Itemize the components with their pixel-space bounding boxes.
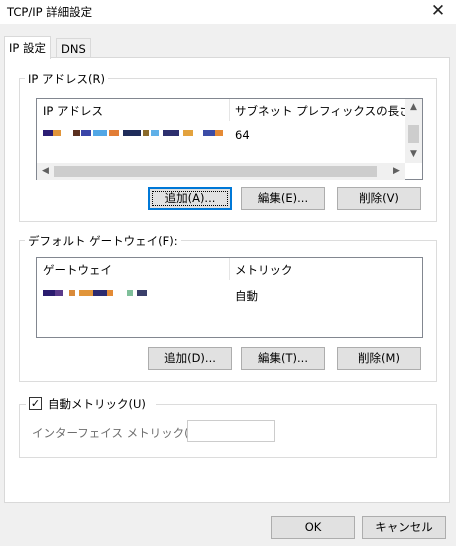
interface-metric-label: インターフェイス メトリック(N): (32, 426, 206, 440)
vertical-scroll-thumb[interactable] (408, 125, 419, 143)
tab-dns[interactable]: DNS (56, 38, 91, 59)
gateway-delete-button[interactable]: 削除(M) (337, 347, 421, 370)
horizontal-scroll-thumb[interactable] (54, 166, 377, 177)
ip-list-horizontal-scrollbar[interactable]: ◀ ▶ (37, 163, 405, 180)
ip-edit-button-label: 編集(E)... (257, 191, 309, 205)
ok-button[interactable]: OK (271, 516, 355, 539)
ok-button-label: OK (304, 520, 322, 534)
ip-address-group: IP アドレス(R) IP アドレス サブネット プレフィックスの長さ 64 ▲… (19, 71, 437, 222)
tab-dns-label: DNS (61, 42, 86, 56)
tab-panel-ip-settings: IP アドレス(R) IP アドレス サブネット プレフィックスの長さ 64 ▲… (4, 57, 450, 503)
gateway-list[interactable]: ゲートウェイ メトリック 自動 (36, 257, 423, 338)
auto-metric-label[interactable]: 自動メトリック(U) (48, 396, 146, 412)
ip-add-button[interactable]: 追加(A)... (148, 187, 232, 210)
dialog-footer: OK キャンセル (0, 503, 456, 546)
focus-ring (152, 191, 228, 206)
interface-metric-input[interactable] (187, 420, 275, 442)
window-title: TCP/IP 詳細設定 (7, 5, 93, 19)
gateway-value-redacted (43, 290, 163, 297)
close-icon[interactable]: ✕ (428, 1, 448, 21)
gateway-column-header[interactable]: ゲートウェイ (37, 258, 112, 280)
cancel-button-label: キャンセル (375, 520, 433, 534)
ip-address-list[interactable]: IP アドレス サブネット プレフィックスの長さ 64 ▲ ▼ ◀ ▶ (36, 98, 423, 180)
default-gateway-group: デフォルト ゲートウェイ(F): ゲートウェイ メトリック 自動 追加(D)..… (19, 233, 437, 382)
scroll-down-icon[interactable]: ▼ (405, 146, 422, 163)
auto-metric-checkbox-row[interactable]: ✓ 自動メトリック(U) (26, 396, 156, 412)
gateway-add-button[interactable]: 追加(D)... (148, 347, 232, 370)
gateway-delete-button-label: 削除(M) (358, 351, 400, 365)
tab-ip-settings-label: IP 設定 (9, 41, 46, 55)
tab-ip-settings[interactable]: IP 設定 (4, 36, 51, 59)
ip-address-column-header[interactable]: IP アドレス (37, 99, 103, 121)
title-bar: TCP/IP 詳細設定 ✕ (0, 0, 456, 24)
ip-list-vertical-scrollbar[interactable]: ▲ ▼ (405, 99, 422, 163)
auto-metric-checkbox[interactable]: ✓ (29, 397, 42, 410)
scroll-left-icon[interactable]: ◀ (37, 163, 54, 180)
prefix-length-column-header[interactable]: サブネット プレフィックスの長さ (229, 99, 411, 121)
ip-address-value-redacted (43, 130, 225, 137)
metric-group: ✓ 自動メトリック(U) インターフェイス メトリック(N): (19, 396, 437, 458)
gateway-add-button-label: 追加(D)... (164, 351, 216, 365)
default-gateway-group-label: デフォルト ゲートウェイ(F): (25, 233, 181, 249)
gateway-edit-button-label: 編集(T)... (258, 351, 308, 365)
ip-address-group-label: IP アドレス(R) (25, 71, 108, 87)
prefix-length-value: 64 (235, 128, 250, 142)
ip-delete-button[interactable]: 削除(V) (337, 187, 421, 210)
ip-delete-button-label: 削除(V) (359, 191, 399, 205)
scroll-right-icon[interactable]: ▶ (388, 163, 405, 180)
metric-column-header[interactable]: メトリック (229, 258, 293, 280)
ip-edit-button[interactable]: 編集(E)... (241, 187, 325, 210)
gateway-edit-button[interactable]: 編集(T)... (241, 347, 325, 370)
scroll-up-icon[interactable]: ▲ (405, 99, 422, 116)
cancel-button[interactable]: キャンセル (362, 516, 446, 539)
gateway-metric-value: 自動 (235, 289, 258, 303)
